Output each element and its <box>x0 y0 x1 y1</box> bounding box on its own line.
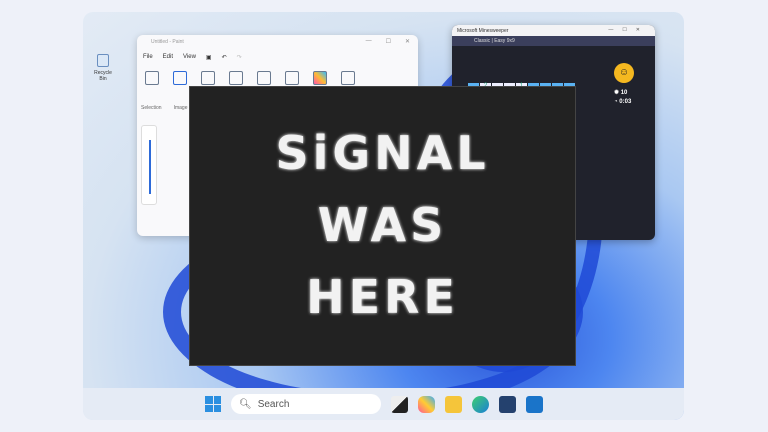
recycle-bin-label: Recycle Bin <box>94 70 112 82</box>
minesweeper-title: Microsoft Minesweeper <box>457 28 509 34</box>
copilot-icon[interactable] <box>313 71 327 85</box>
outlook-icon[interactable] <box>526 395 543 413</box>
menu-edit[interactable]: Edit <box>163 54 173 60</box>
colors-icon[interactable] <box>285 71 299 85</box>
recycle-bin-icon <box>97 54 109 67</box>
save-icon[interactable]: ▣ <box>206 54 212 61</box>
task-view-icon[interactable] <box>391 395 408 413</box>
timer: ◔ 0:03 <box>614 99 632 105</box>
shapes-icon[interactable] <box>257 71 271 85</box>
signal-overlay-window: SiGNAL WAS HERE <box>189 86 576 366</box>
tools-icon[interactable] <box>201 71 215 85</box>
smiley-reset-button[interactable]: ☺ <box>614 63 634 83</box>
menu-view[interactable]: View <box>183 54 196 60</box>
graffiti-text: SiGNAL WAS HERE <box>190 117 575 365</box>
redo-icon[interactable]: ↷ <box>237 54 242 61</box>
recycle-bin[interactable]: Recycle Bin <box>90 54 116 82</box>
selection-label: Selection <box>141 105 162 111</box>
layers-icon[interactable] <box>341 71 355 85</box>
image-tool[interactable] <box>173 71 187 85</box>
desktop: Recycle Bin Untitled - Paint — ☐ ✕ File Ed… <box>83 12 684 420</box>
search-icon: 🔍︎ <box>239 398 252 410</box>
window-controls[interactable]: — ☐ ✕ <box>366 38 410 45</box>
undo-icon[interactable]: ↶ <box>222 54 227 61</box>
copilot-icon[interactable] <box>418 395 435 413</box>
graffiti-line: HERE <box>306 270 459 324</box>
brush-size-slider[interactable] <box>141 125 157 205</box>
search-placeholder: Search <box>257 398 290 410</box>
close-icon[interactable]: ✕ <box>405 38 410 45</box>
start-button[interactable] <box>205 396 221 412</box>
minimize-icon[interactable]: — <box>366 38 372 45</box>
window-controls[interactable]: —☐✕ <box>608 27 649 33</box>
taskbar: 🔍︎ Search <box>83 388 684 420</box>
selection-tool[interactable] <box>145 71 159 85</box>
menu-file[interactable]: File <box>143 54 153 60</box>
maximize-icon[interactable]: ☐ <box>386 38 391 45</box>
brush-icon[interactable] <box>229 71 243 85</box>
image-label: Image <box>173 105 188 111</box>
mode-label[interactable]: Classic | Easy 9x9 <box>452 36 655 46</box>
search-box[interactable]: 🔍︎ Search <box>231 394 381 414</box>
timer-value: 0:03 <box>619 99 632 105</box>
mine-count: 10 <box>620 90 628 96</box>
store-icon[interactable] <box>499 395 516 413</box>
mine-counter: ✹ 10 <box>614 90 628 96</box>
graffiti-line: SiGNAL <box>275 126 490 180</box>
file-explorer-icon[interactable] <box>445 395 462 413</box>
edge-icon[interactable] <box>472 395 489 413</box>
graffiti-line: WAS <box>317 198 448 252</box>
